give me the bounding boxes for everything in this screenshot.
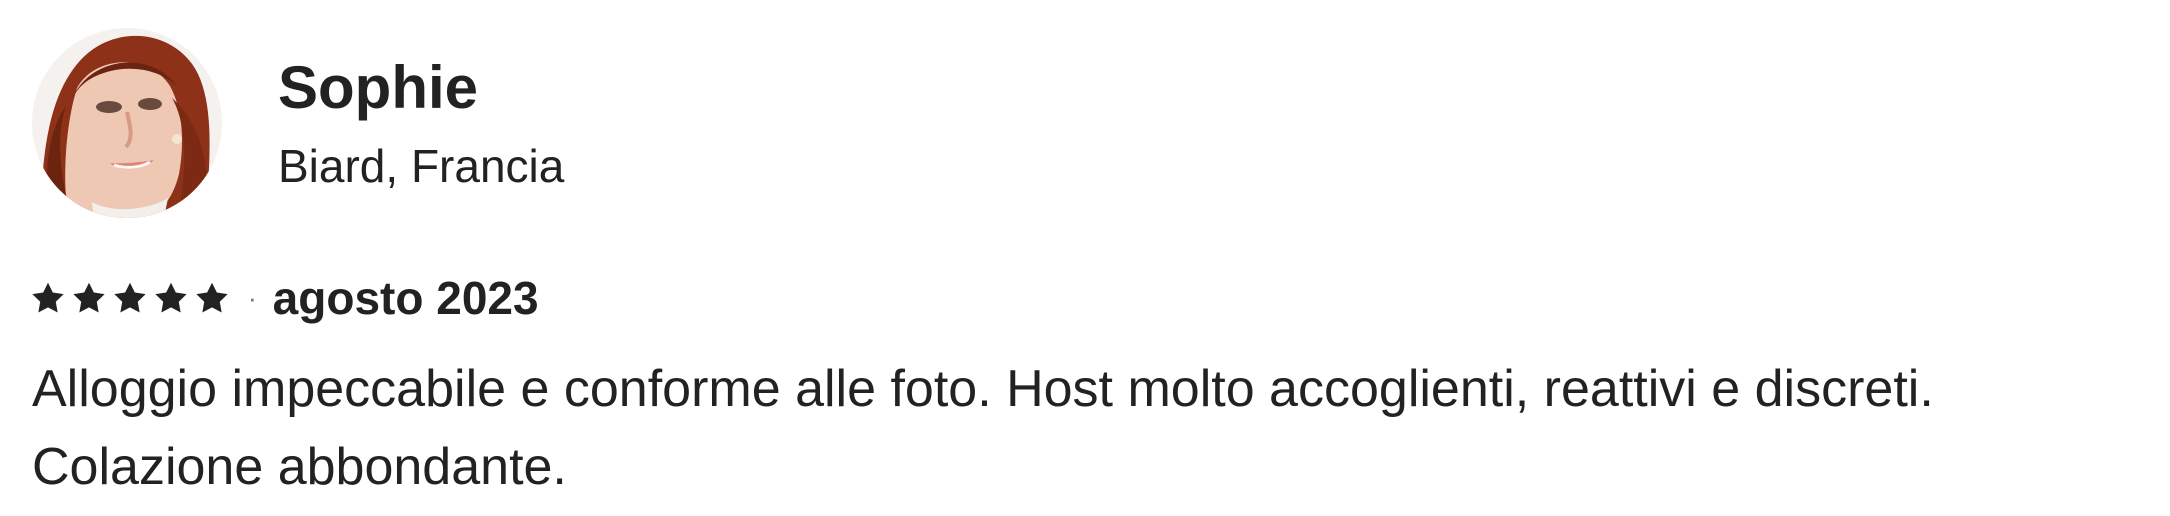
review-date: agosto 2023 — [272, 272, 539, 324]
star-icon — [73, 282, 105, 313]
star-icon — [32, 282, 64, 313]
star-icon — [155, 282, 187, 313]
reviewer-location: Biard, Francia — [278, 140, 565, 192]
reviewer-name: Sophie — [278, 54, 479, 121]
review-text-line: Alloggio impeccabile e conforme alle fot… — [32, 360, 1934, 418]
star-icon — [114, 282, 146, 313]
rating-stars — [30, 280, 230, 316]
reviewer-avatar[interactable] — [32, 28, 222, 218]
reviewer-photo — [32, 28, 222, 218]
review-meta: · agosto 2023 — [30, 264, 539, 332]
meta-separator-dot: · — [248, 283, 257, 313]
review-text-line: Colazione abbondante. — [32, 438, 567, 496]
star-icon — [196, 282, 228, 313]
review-card: Sophie Biard, Francia · agosto 2023 Allo… — [0, 0, 2170, 516]
review-text: Alloggio impeccabile e conforme alle fot… — [32, 350, 2142, 506]
